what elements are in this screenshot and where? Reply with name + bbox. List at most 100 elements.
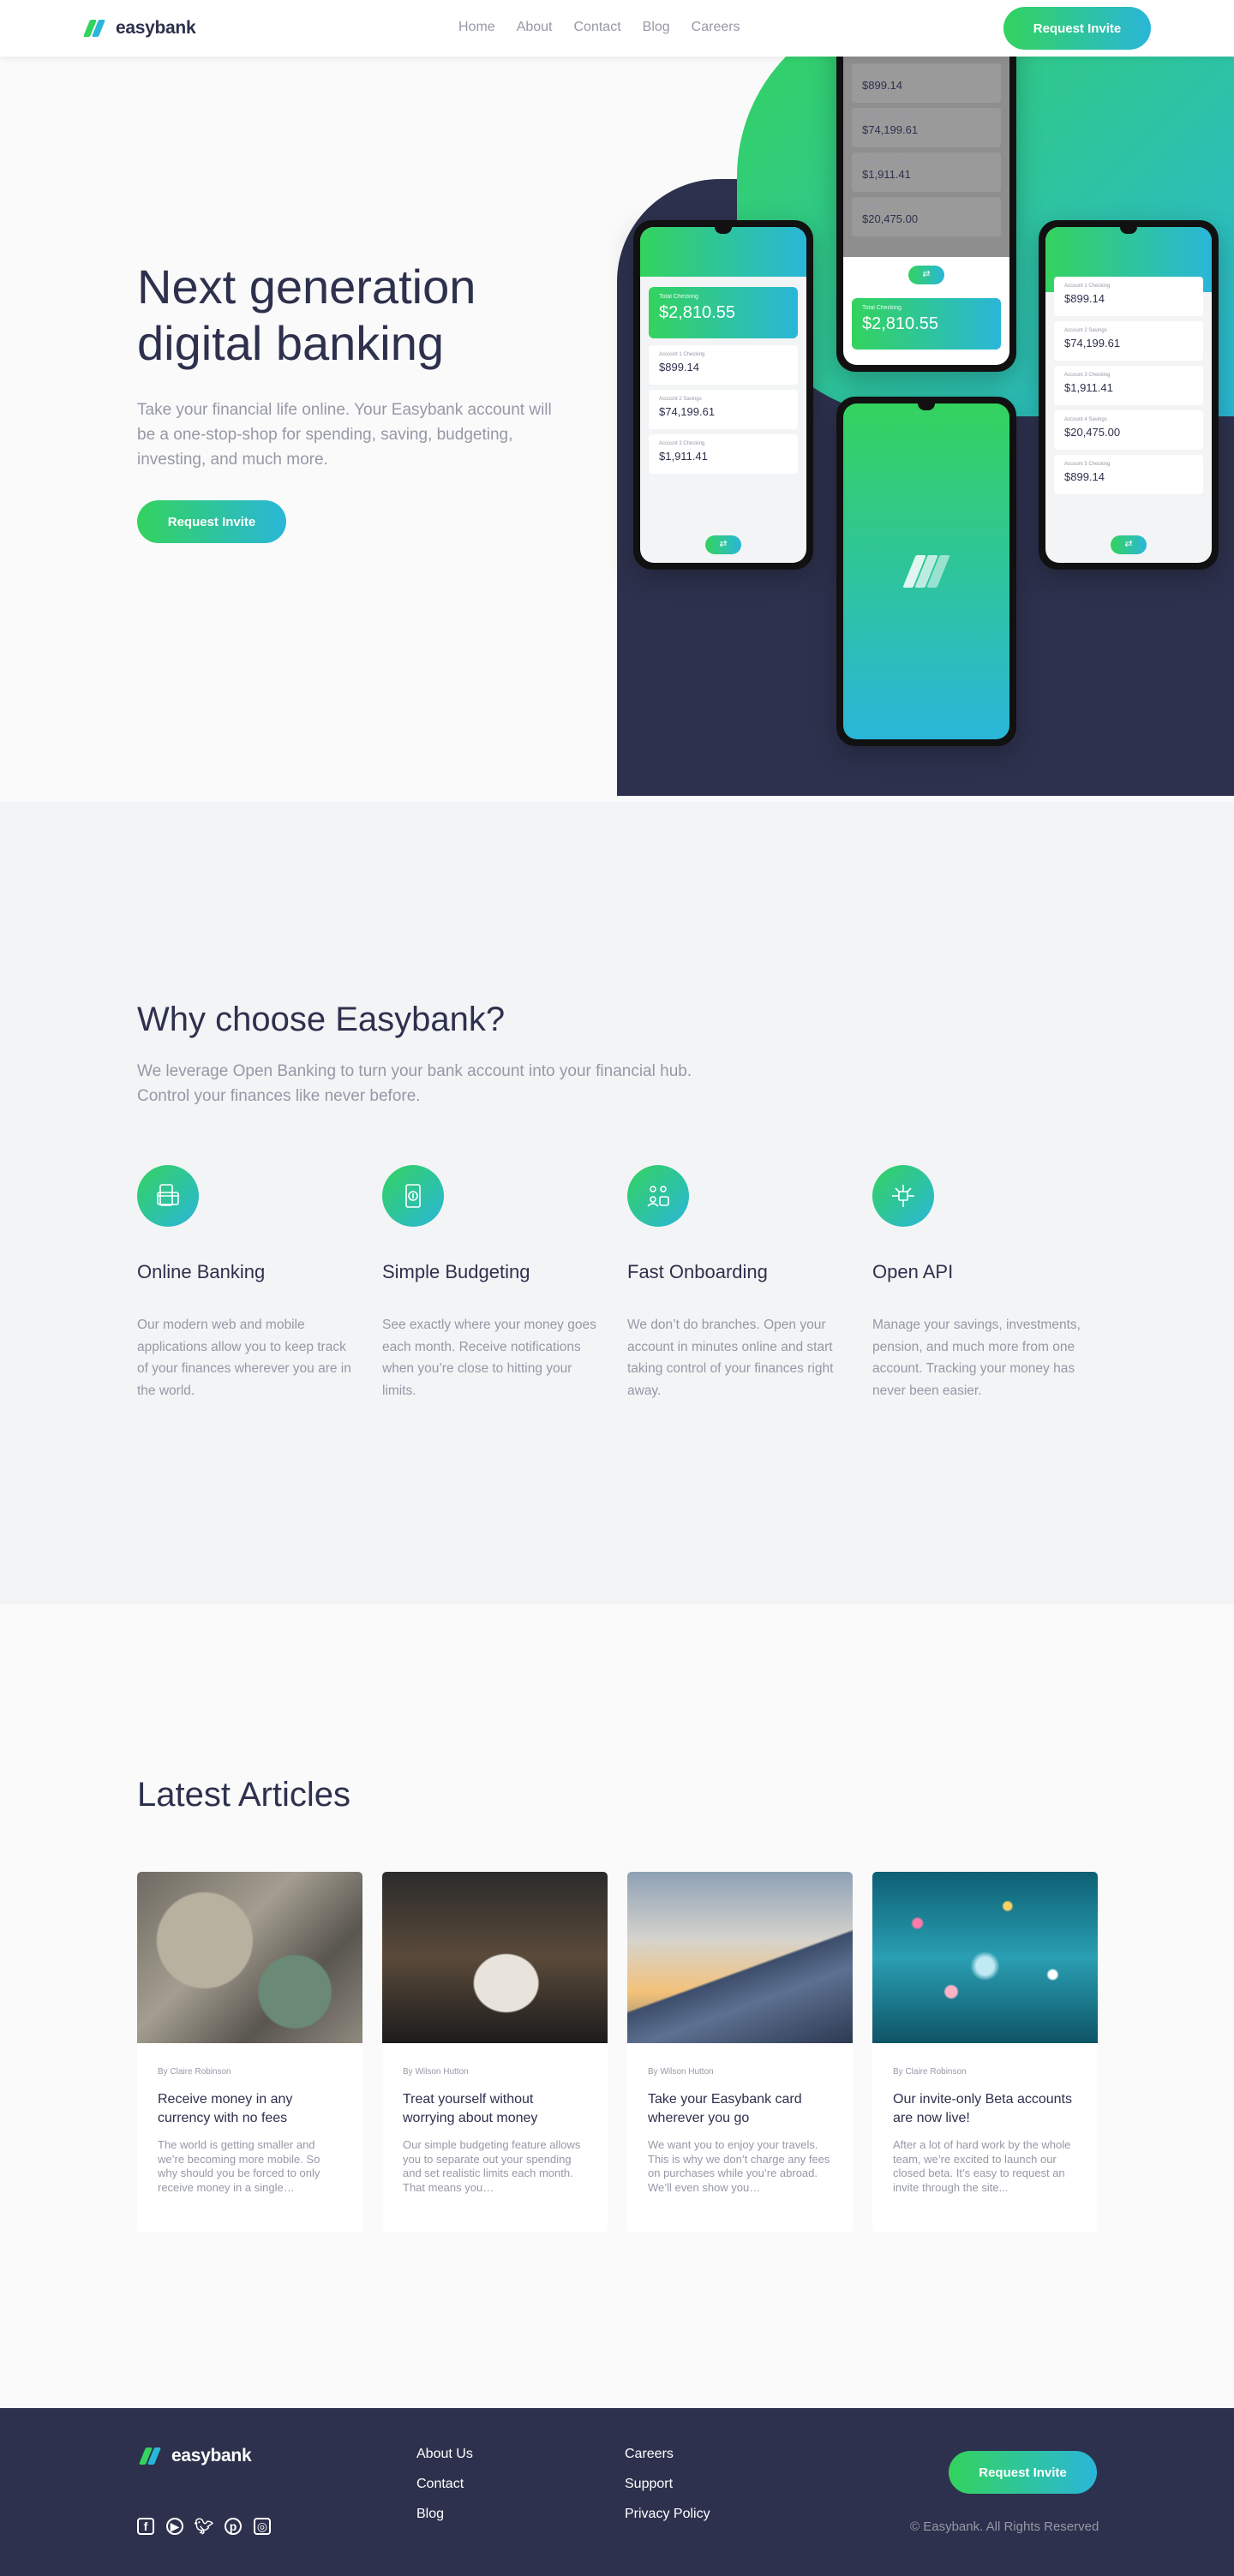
article-title[interactable]: Receive money in any currency with no fe… (158, 2090, 342, 2128)
mockup-total-card: Total Checking $2,810.55 (852, 298, 1001, 350)
mockup-account-row: Account 2 Savings $74,199.61 (852, 108, 1001, 147)
article-author: By Claire Robinson (158, 2067, 231, 2077)
article-author: By Claire Robinson (893, 2067, 967, 2077)
twitter-icon[interactable]: 🐦︎ (195, 2518, 214, 2535)
feature-text: Manage your savings, investments, pensio… (872, 1318, 1081, 1398)
onboarding-icon (627, 1165, 689, 1227)
mockup-account-row: Account 3 Checking $1,911.41 (649, 434, 798, 474)
article-card[interactable]: By Claire Robinson Our invite-only Beta … (872, 1872, 1098, 2232)
online-banking-icon (137, 1165, 199, 1227)
nav-contact[interactable]: Contact (574, 20, 621, 35)
footer-link-support[interactable]: Support (625, 2476, 710, 2492)
articles-title: Latest Articles (137, 1776, 351, 1814)
social-links: f ▶ 🐦︎ p ◎ (137, 2518, 271, 2535)
phone-mockup-left: Total Checking $2,810.55 Account 1 Check… (633, 220, 813, 570)
feature-title: Online Banking (137, 1261, 266, 1282)
article-title[interactable]: Take your Easybank card wherever you go (648, 2090, 832, 2128)
feature-text: Our modern web and mobile applications a… (137, 1318, 351, 1398)
logo-mark-icon (81, 20, 107, 37)
why-title: Why choose Easybank? (137, 1001, 506, 1038)
article-excerpt: Our simple budgeting feature allows you … (403, 2138, 581, 2194)
article-image-currency (137, 1872, 362, 2043)
why-intro: We leverage Open Banking to turn your ba… (137, 1062, 692, 1105)
footer-links-col2: Careers Support Privacy Policy (625, 2446, 710, 2522)
feature-title: Simple Budgeting (382, 1261, 530, 1282)
budgeting-icon (382, 1165, 444, 1227)
article-excerpt: After a lot of hard work by the whole te… (893, 2138, 1071, 2194)
articles-section: Latest Articles By Claire Robinson Recei… (0, 1605, 1234, 2408)
mockup-account-row: Account 3 Checking $1,911.41 (1054, 366, 1203, 405)
feature-open-api: Open API Manage your savings, investment… (872, 1165, 1091, 1402)
article-excerpt: The world is getting smaller and we’re b… (158, 2138, 320, 2194)
phone-mockup-top: Account 1 Checking $899.14 Account 2 Sav… (836, 57, 1016, 372)
copyright-text: © Easybank. All Rights Reserved (910, 2519, 1099, 2534)
article-card[interactable]: By Wilson Hutton Treat yourself without … (382, 1872, 608, 2232)
mockup-account-row: Account 5 Checking $899.14 (1054, 455, 1203, 494)
logo-mark-icon (137, 2447, 163, 2465)
mockup-account-row: Account 2 Savings $74,199.61 (649, 390, 798, 429)
site-header: easybank Home About Contact Blog Careers… (0, 0, 1234, 57)
mockup-account-row: Account 2 Savings $74,199.61 (1054, 321, 1203, 361)
instagram-icon[interactable]: ◎ (254, 2518, 271, 2535)
mockup-account-row: Account 4 Savings $20,475.00 (852, 197, 1001, 236)
youtube-icon[interactable]: ▶ (166, 2518, 183, 2535)
footer-link-contact[interactable]: Contact (416, 2476, 473, 2492)
pinterest-icon[interactable]: p (225, 2518, 242, 2535)
article-image-confetti (872, 1872, 1098, 2043)
article-title[interactable]: Our invite-only Beta accounts are now li… (893, 2090, 1077, 2128)
nav-about[interactable]: About (517, 20, 553, 35)
feature-text: See exactly where your money goes each m… (382, 1318, 596, 1398)
article-excerpt: We want you to enjoy your travels. This … (648, 2138, 830, 2194)
feature-fast-onboarding: Fast Onboarding We don’t do branches. Op… (627, 1165, 846, 1402)
mockup-header (640, 227, 806, 277)
nav-blog[interactable]: Blog (643, 20, 670, 35)
mockup-total-card: Total Checking $2,810.55 (649, 287, 798, 338)
footer-link-careers[interactable]: Careers (625, 2446, 710, 2462)
header-request-invite-button[interactable]: Request Invite (1003, 7, 1151, 50)
hero-description: Take your financial life online. Your Ea… (137, 401, 552, 469)
article-author: By Wilson Hutton (648, 2067, 714, 2077)
feature-simple-budgeting: Simple Budgeting See exactly where your … (382, 1165, 601, 1402)
mockup-account-row: Account 4 Savings $20,475.00 (1054, 410, 1203, 450)
feature-text: We don’t do branches. Open your account … (627, 1318, 834, 1398)
phone-notch (918, 403, 935, 410)
nav-home[interactable]: Home (458, 20, 495, 35)
article-card[interactable]: By Wilson Hutton Take your Easybank card… (627, 1872, 853, 2232)
mockup-sheet: Total Checking $2,810.55 (843, 257, 1009, 365)
mockup-account-row: Account 1 Checking $899.14 (1054, 277, 1203, 316)
article-image-restaurant (382, 1872, 608, 2043)
article-card[interactable]: By Claire Robinson Receive money in any … (137, 1872, 362, 2232)
brand-name: easybank (171, 2446, 252, 2465)
nav-careers[interactable]: Careers (692, 20, 740, 35)
phone-mockup-splash (836, 397, 1016, 746)
article-title[interactable]: Treat yourself without worrying about mo… (403, 2090, 587, 2128)
mockup-account-row: Account 1 Checking $899.14 (852, 63, 1001, 103)
mockup-transfer-icon (908, 266, 944, 284)
api-icon (872, 1165, 934, 1227)
why-section: Why choose Easybank? We leverage Open Ba… (0, 802, 1234, 1605)
splash-logo-icon (902, 555, 950, 588)
mockup-transfer-icon (1111, 535, 1147, 554)
phone-mockup-right: Account 1 Checking $899.14 Account 2 Sav… (1039, 220, 1219, 570)
mockup-account-row: Account 3 Checking $1,911.41 (852, 152, 1001, 192)
footer-link-about-us[interactable]: About Us (416, 2446, 473, 2462)
footer-link-privacy[interactable]: Privacy Policy (625, 2506, 710, 2522)
footer-links-col1: About Us Contact Blog (416, 2446, 473, 2522)
feature-online-banking: Online Banking Our modern web and mobile… (137, 1165, 356, 1402)
article-author: By Wilson Hutton (403, 2067, 469, 2077)
main-nav: Home About Contact Blog Careers (458, 20, 740, 35)
site-footer: easybank f ▶ 🐦︎ p ◎ About Us Contact Blo… (0, 2408, 1234, 2576)
hero-request-invite-button[interactable]: Request Invite (137, 500, 286, 543)
footer-brand-logo[interactable]: easybank (137, 2446, 252, 2466)
mockup-transfer-icon (705, 535, 741, 554)
facebook-icon[interactable]: f (137, 2518, 154, 2535)
mockup-account-row: Account 1 Checking $899.14 (649, 345, 798, 385)
hero-title: Next generation digital banking (137, 260, 476, 370)
article-image-plane (627, 1872, 853, 2043)
hero-section: Next generation digital banking Take you… (0, 57, 1234, 802)
footer-link-blog[interactable]: Blog (416, 2506, 473, 2522)
feature-title: Open API (872, 1261, 954, 1282)
brand-logo[interactable]: easybank (81, 18, 196, 39)
brand-name: easybank (116, 18, 196, 38)
footer-request-invite-button[interactable]: Request Invite (949, 2451, 1097, 2494)
